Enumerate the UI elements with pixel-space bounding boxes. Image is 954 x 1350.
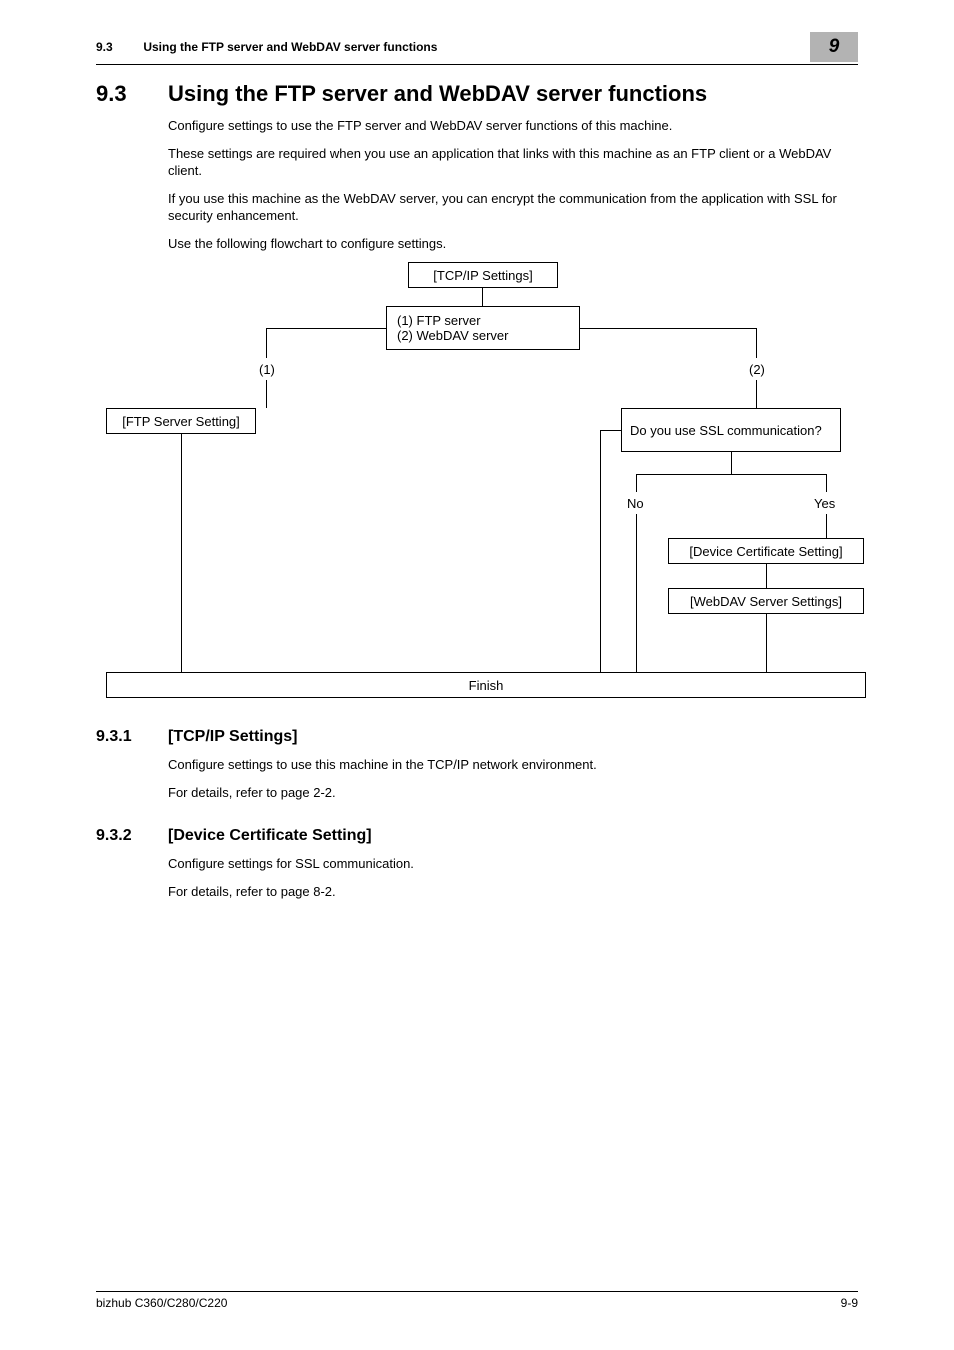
s2-p2: For details, refer to page 8-2. [168,883,858,901]
flow-label-2: (2) [749,362,765,377]
flow-line [181,434,182,672]
flow-line [266,328,267,358]
s1-p1: Configure settings to use this machine i… [168,756,858,774]
s1-p2: For details, refer to page 2-2. [168,784,858,802]
flow-label-1: (1) [259,362,275,377]
running-header: 9.3 Using the FTP server and WebDAV serv… [96,40,858,65]
flow-yes-label: Yes [814,496,835,511]
footer: bizhub C360/C280/C220 9-9 [96,1291,858,1310]
flow-line [756,380,757,408]
intro-p2: These settings are required when you use… [168,145,858,180]
chapter-tab: 9 [810,32,858,62]
flow-line [731,452,732,474]
subsection-1-title: [TCP/IP Settings] [168,728,298,746]
flow-no-label: No [627,496,644,511]
header-section-title: Using the FTP server and WebDAV server f… [143,40,437,54]
flow-line [756,328,757,358]
chapter-number: 9 [829,36,840,58]
intro-p4: Use the following flowchart to configure… [168,235,858,253]
flow-webdav-box: [WebDAV Server Settings] [668,588,864,614]
subsection-1-body: Configure settings to use this machine i… [168,756,858,801]
flow-line [636,514,637,672]
flow-line [266,380,267,408]
flow-line [766,564,767,588]
flow-line [636,474,637,492]
flow-line [636,474,826,475]
footer-left: bizhub C360/C280/C220 [96,1296,227,1310]
section-title: Using the FTP server and WebDAV server f… [168,81,707,107]
subsection-1-num: 9.3.1 [96,728,168,746]
intro-p1: Configure settings to use the FTP server… [168,117,858,135]
section-heading: 9.3 Using the FTP server and WebDAV serv… [96,81,858,107]
flow-line [600,430,601,672]
flow-branch-box: (1) FTP server (2) WebDAV server [386,306,580,350]
flow-line [600,430,621,431]
subsection-2-num: 9.3.2 [96,827,168,845]
subsection-1-heading: 9.3.1 [TCP/IP Settings] [96,728,858,746]
section-num: 9.3 [96,81,168,107]
flow-tcpip-box: [TCP/IP Settings] [408,262,558,288]
header-text: 9.3 Using the FTP server and WebDAV serv… [96,40,437,54]
flow-line [482,288,483,306]
flow-branch-line1: (1) FTP server [397,313,569,328]
flow-ftp-box: [FTP Server Setting] [106,408,256,434]
flow-ssl-question-box: Do you use SSL communication? [621,408,841,452]
s2-p1: Configure settings for SSL communication… [168,855,858,873]
flow-line [580,328,756,329]
flow-line [766,614,767,672]
header-section-num: 9.3 [96,40,140,54]
flow-devcert-box: [Device Certificate Setting] [668,538,864,564]
subsection-2-body: Configure settings for SSL communication… [168,855,858,900]
flow-line [266,328,386,329]
intro-p3: If you use this machine as the WebDAV se… [168,190,858,225]
subsection-2-heading: 9.3.2 [Device Certificate Setting] [96,827,858,845]
flow-branch-line2: (2) WebDAV server [397,328,569,343]
flowchart: [TCP/IP Settings] (1) FTP server (2) Web… [96,262,858,702]
footer-right: 9-9 [841,1296,858,1310]
intro-body: Configure settings to use the FTP server… [168,117,858,252]
flow-line [826,514,827,538]
flow-finish-box: Finish [106,672,866,698]
subsection-2-title: [Device Certificate Setting] [168,827,372,845]
flow-line [826,474,827,492]
